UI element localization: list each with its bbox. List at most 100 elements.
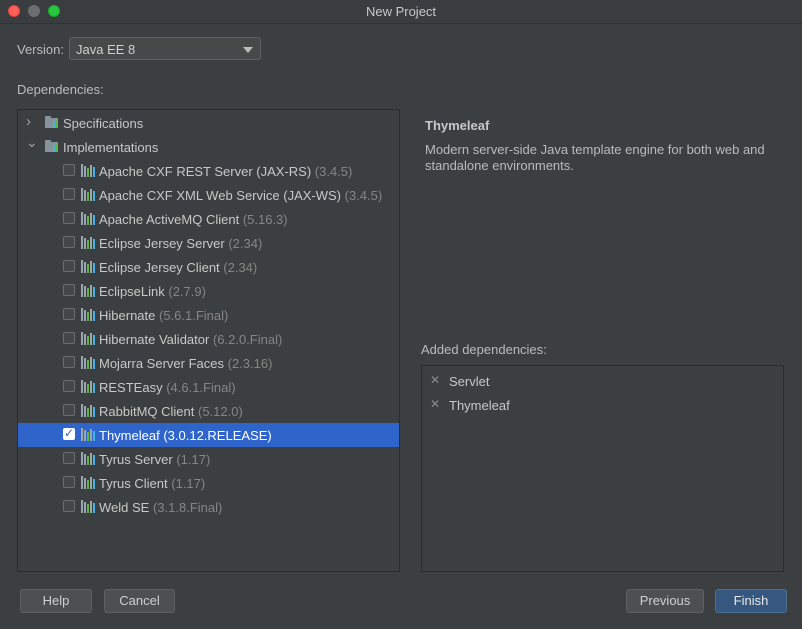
dependency-checkbox[interactable] [63,212,75,224]
dependency-row[interactable]: Weld SE (3.1.8.Final) [18,495,399,519]
dependency-row[interactable]: Apache ActiveMQ Client (5.16.3) [18,207,399,231]
library-bars-icon [81,164,96,177]
detail-title: Thymeleaf [425,118,490,133]
dependency-checkbox[interactable] [63,380,75,392]
dependency-checkbox[interactable] [63,188,75,200]
dependency-name: Apache ActiveMQ Client [99,212,240,227]
dependency-name: Mojarra Server Faces [99,356,224,371]
dependency-row[interactable]: Mojarra Server Faces (2.3.16) [18,351,399,375]
window-title: New Project [365,4,437,19]
dependency-row[interactable]: RabbitMQ Client (5.12.0) [18,399,399,423]
dependency-checkbox[interactable] [63,164,75,176]
dependency-checkbox[interactable] [63,404,75,416]
dependency-label: Tyrus Server (1.17) [99,452,210,467]
library-bars-icon [81,260,96,273]
dependency-version: (2.34) [223,260,258,275]
dependency-row[interactable]: Eclipse Jersey Client (2.34) [18,255,399,279]
tree-group-specifications[interactable]: › Specifications [18,111,399,135]
dependency-label: Hibernate (5.6.1.Final) [99,308,228,323]
title-bar: New Project [0,0,802,24]
finish-button[interactable]: Finish [715,589,787,613]
dependency-checkbox[interactable] [63,452,75,464]
library-bars-icon [81,212,96,225]
dependency-label: Tyrus Client (1.17) [99,476,205,491]
dependency-label: Apache CXF REST Server (JAX-RS) (3.4.5) [99,164,352,179]
dependency-name: Weld SE [99,500,150,515]
library-bars-icon [81,332,96,345]
dependency-checkbox[interactable] [63,236,75,248]
chevron-down-icon [243,47,253,53]
dependency-version: (3.1.8.Final) [152,500,223,515]
dependency-label: Hibernate Validator (6.2.0.Final) [99,332,282,347]
cancel-button[interactable]: Cancel [104,589,175,613]
dependency-label: EclipseLink (2.7.9) [99,284,206,299]
dependency-row[interactable]: RESTEasy (4.6.1.Final) [18,375,399,399]
remove-x-icon[interactable]: ✕ [430,397,440,411]
dependency-version: (1.17) [176,452,211,467]
dependency-checkbox[interactable] [63,476,75,488]
library-bars-icon [81,188,96,201]
dependency-row[interactable]: Hibernate Validator (6.2.0.Final) [18,327,399,351]
dependency-version: (3.4.5) [344,188,383,203]
dependency-version: (3.0.12.RELEASE) [163,428,272,443]
dependency-row[interactable]: Eclipse Jersey Server (2.34) [18,231,399,255]
dependency-name: EclipseLink [99,284,165,299]
library-bars-icon [81,428,96,441]
dependency-checkbox[interactable]: ✓ [63,426,75,440]
dependency-tree[interactable]: › Specifications ⌄ Implementations Apache CX… [17,109,400,572]
dependency-name: Hibernate [99,308,156,323]
dependency-name: RESTEasy [99,380,163,395]
dependency-label: Weld SE (3.1.8.Final) [99,500,222,515]
chevron-right-icon[interactable]: › [26,113,31,130]
dependency-name: RabbitMQ Client [99,404,195,419]
dependency-version: (6.2.0.Final) [212,332,283,347]
checkmark-icon: ✓ [64,426,75,440]
library-folder-icon [45,116,60,129]
library-bars-icon [81,452,96,465]
version-select[interactable]: Java EE 8 [69,37,261,60]
library-folder-icon [45,140,60,153]
dependency-version: (3.4.5) [314,164,353,179]
dependency-name: Hibernate Validator [99,332,210,347]
dependencies-label: Dependencies: [17,82,104,97]
tree-group-label: Implementations [63,140,159,155]
help-button[interactable]: Help [20,589,92,613]
dependency-row[interactable]: EclipseLink (2.7.9) [18,279,399,303]
library-bars-icon [81,476,96,489]
dependency-checkbox[interactable] [63,356,75,368]
dependency-label: Eclipse Jersey Server (2.34) [99,236,262,251]
dependency-name: Eclipse Jersey Client [99,260,220,275]
dependency-label: Thymeleaf (3.0.12.RELEASE) [99,428,272,443]
dependency-version: (5.16.3) [242,212,288,227]
added-dependencies-list: ✕ Servlet ✕ Thymeleaf [421,365,784,572]
dependency-row[interactable]: Apache CXF REST Server (JAX-RS) (3.4.5) [18,159,399,183]
dependency-row[interactable]: Tyrus Server (1.17) [18,447,399,471]
added-dependency-name: Thymeleaf [449,398,510,413]
dependency-checkbox[interactable] [63,308,75,320]
dependency-label: Apache CXF XML Web Service (JAX-WS) (3.4… [99,188,382,203]
dependency-checkbox[interactable] [63,332,75,344]
chevron-down-icon[interactable]: ⌄ [26,134,38,151]
dependency-row[interactable]: ✓ Thymeleaf (3.0.12.RELEASE) [18,423,399,447]
library-bars-icon [81,500,96,513]
previous-button[interactable]: Previous [626,589,704,613]
tree-group-implementations[interactable]: ⌄ Implementations [18,134,399,159]
added-dependency-name: Servlet [449,374,490,389]
dependency-checkbox[interactable] [63,500,75,512]
remove-x-icon[interactable]: ✕ [430,373,440,387]
library-bars-icon [81,284,96,297]
dependency-checkbox[interactable] [63,260,75,272]
dependency-row[interactable]: Hibernate (5.6.1.Final) [18,303,399,327]
dependency-version: (5.12.0) [198,404,243,419]
dependency-name: Thymeleaf [99,428,160,443]
library-bars-icon [81,380,96,393]
dependency-version: (2.3.16) [227,356,273,371]
dependency-checkbox[interactable] [63,284,75,296]
dependency-row[interactable]: Apache CXF XML Web Service (JAX-WS) (3.4… [18,183,399,207]
tree-group-label: Specifications [63,116,144,131]
dependency-name: Apache CXF REST Server (JAX-RS) [99,164,312,179]
dependency-row[interactable]: Tyrus Client (1.17) [18,471,399,495]
dependency-label: RESTEasy (4.6.1.Final) [99,380,236,395]
dependency-label: Apache ActiveMQ Client (5.16.3) [99,212,288,227]
dependency-version: (4.6.1.Final) [166,380,236,395]
